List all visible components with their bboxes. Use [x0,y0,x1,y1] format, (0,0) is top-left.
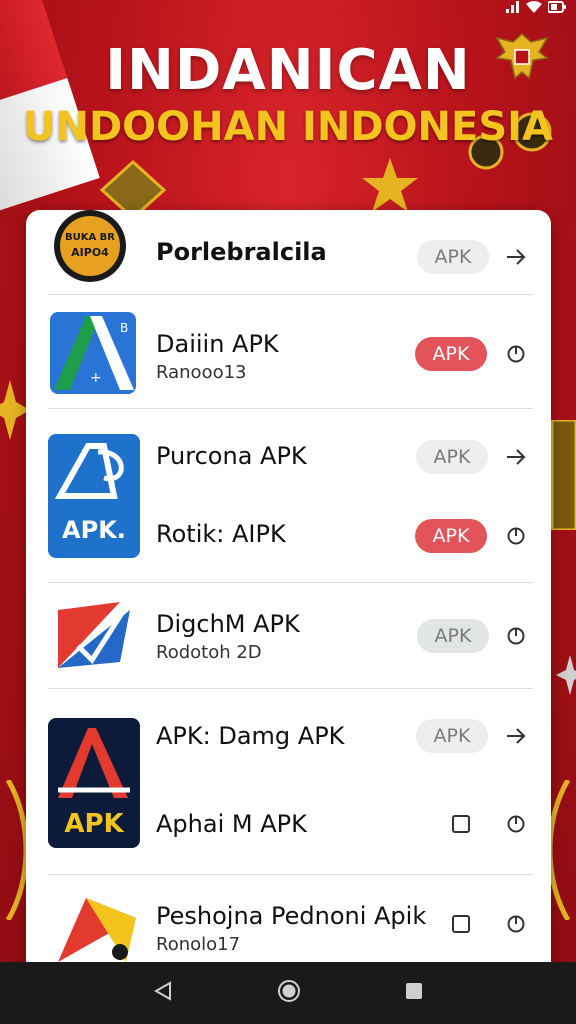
app-icon-damg[interactable]: APK [48,718,140,848]
page-subtitle: UNDOOHAN INDONESIA [22,104,554,150]
row-divider [48,688,533,689]
row-divider [48,294,533,295]
arrow-right-icon[interactable] [503,244,529,270]
arrow-right-icon[interactable] [503,444,529,470]
drum-decoration-icon [550,420,576,530]
apk-button[interactable]: APK [417,619,489,653]
arrow-right-icon[interactable] [503,723,529,749]
power-icon[interactable] [503,523,529,549]
wreath-decoration-icon [548,780,571,920]
power-icon[interactable] [503,623,529,649]
wreath-decoration-icon [5,780,28,920]
app-list-card: BUKA BR AIPO4 Porlebralcila APK B + Daii… [26,210,551,970]
svg-text:AIPO4: AIPO4 [71,246,109,259]
app-subtitle: Rodotoh 2D [156,642,262,663]
battery-icon [547,0,566,16]
app-name: Peshojna Pednoni Apik [156,902,427,930]
apk-button[interactable]: APK [415,337,487,371]
svg-text:BUKA BR: BUKA BR [65,232,115,243]
app-subtitle: Ranooo13 [156,362,247,383]
app-icon-porlebralcila[interactable]: BUKA BR AIPO4 [50,210,130,284]
app-subtitle: Ronolo17 [156,934,241,955]
app-name: Purcona APK [156,442,307,470]
app-icon-daiiin[interactable]: B + [50,312,136,394]
star-decoration-icon [556,655,576,695]
app-name: Daiiin APK [156,330,279,358]
back-icon[interactable] [152,980,174,1007]
row-divider [48,874,533,875]
wifi-icon [526,0,542,16]
app-icon-purcona[interactable]: APK. [48,434,140,558]
row-divider [48,408,533,409]
recents-icon[interactable] [404,981,424,1006]
signal-icon [506,0,520,16]
svg-text:APK: APK [64,809,124,839]
svg-text:B: B [120,321,128,335]
checkbox-icon[interactable] [448,911,474,937]
svg-text:APK.: APK. [62,516,126,544]
power-icon[interactable] [503,811,529,837]
apk-button[interactable]: APK [417,240,489,274]
home-icon[interactable] [277,979,301,1008]
navigation-bar [0,962,576,1024]
checkbox-icon[interactable] [448,811,474,837]
page-title: INDANICAN [105,38,471,103]
apk-button[interactable]: APK [415,519,487,553]
star-decoration-icon [362,158,418,212]
app-name: Porlebralcila [156,238,327,266]
power-icon[interactable] [503,911,529,937]
app-icon-peshojna[interactable] [56,894,138,964]
apk-button[interactable]: APK [416,719,488,753]
app-icon-digchm[interactable] [54,602,134,672]
apk-button[interactable]: APK [416,440,488,474]
app-name: Rotik: AIPK [156,520,286,548]
app-name: Aphai M APK [156,810,307,838]
status-bar [506,0,566,16]
svg-text:+: + [90,370,102,386]
app-name: DigchM APK [156,610,300,638]
app-name: APK: Damg APK [156,722,345,750]
power-icon[interactable] [503,341,529,367]
row-divider [48,582,533,583]
